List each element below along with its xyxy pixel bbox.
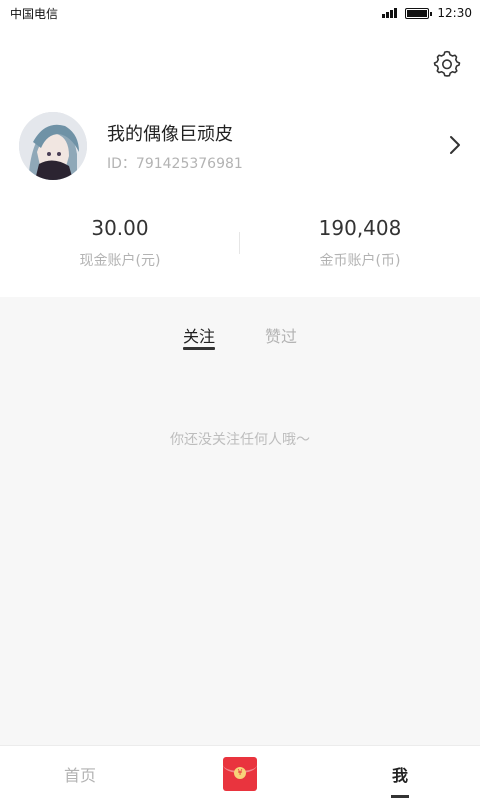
coin-label: 金币账户(币) [319, 253, 401, 269]
empty-state-message: 你还没关注任何人哦～ [170, 432, 310, 448]
tab-liked[interactable]: 赞过 [265, 323, 297, 353]
tab-following[interactable]: 关注 [183, 323, 215, 353]
tab-bar: 关注 赞过 [0, 323, 480, 353]
nav-me-label: 我 [391, 765, 408, 785]
nav-home[interactable]: 首页 [40, 746, 120, 800]
profile-id: ID：791425376981 [107, 156, 243, 172]
gear-icon [433, 50, 461, 77]
cash-account[interactable]: 30.00 现金账户(元) [0, 210, 240, 280]
settings-button[interactable] [431, 48, 463, 80]
signal-icon [382, 8, 398, 18]
cash-label: 现金账户(元) [79, 253, 161, 269]
battery-icon [405, 7, 433, 19]
profile-card[interactable]: 我的偶像巨顽皮 ID：791425376981 [0, 110, 480, 182]
account-stats: 30.00 现金账户(元) 190,408 金币账户(币) [0, 210, 480, 280]
stats-divider [239, 232, 240, 254]
nav-home-label: 首页 [63, 765, 96, 785]
nav-me[interactable]: 我 [360, 746, 440, 800]
active-tab-indicator [183, 347, 215, 350]
coin-account[interactable]: 190,408 金币账户(币) [240, 210, 480, 280]
chevron-right-icon[interactable] [444, 134, 466, 156]
tab-liked-label: 赞过 [265, 327, 298, 346]
avatar[interactable] [19, 112, 87, 180]
nav-active-indicator [391, 795, 409, 798]
nav-red-envelope[interactable]: ¥ [215, 746, 265, 800]
anime-avatar-image [19, 112, 87, 180]
content-section: 关注 赞过 你还没关注任何人哦～ [0, 297, 480, 745]
carrier-label: 中国电信 [10, 6, 59, 21]
clock: 12:30 [437, 6, 472, 20]
status-indicators: 12:30 [382, 6, 472, 20]
profile-name: 我的偶像巨顽皮 [107, 124, 233, 145]
bottom-nav: 首页 ¥ 我 [0, 745, 480, 800]
coin-value: 190,408 [318, 216, 402, 240]
red-envelope-coin: ¥ [234, 766, 246, 779]
battery-fill [407, 9, 428, 17]
red-envelope-icon: ¥ [223, 756, 257, 791]
tab-following-label: 关注 [183, 327, 216, 346]
status-bar: 中国电信 12:30 [0, 0, 480, 26]
cash-value: 30.00 [91, 216, 149, 240]
